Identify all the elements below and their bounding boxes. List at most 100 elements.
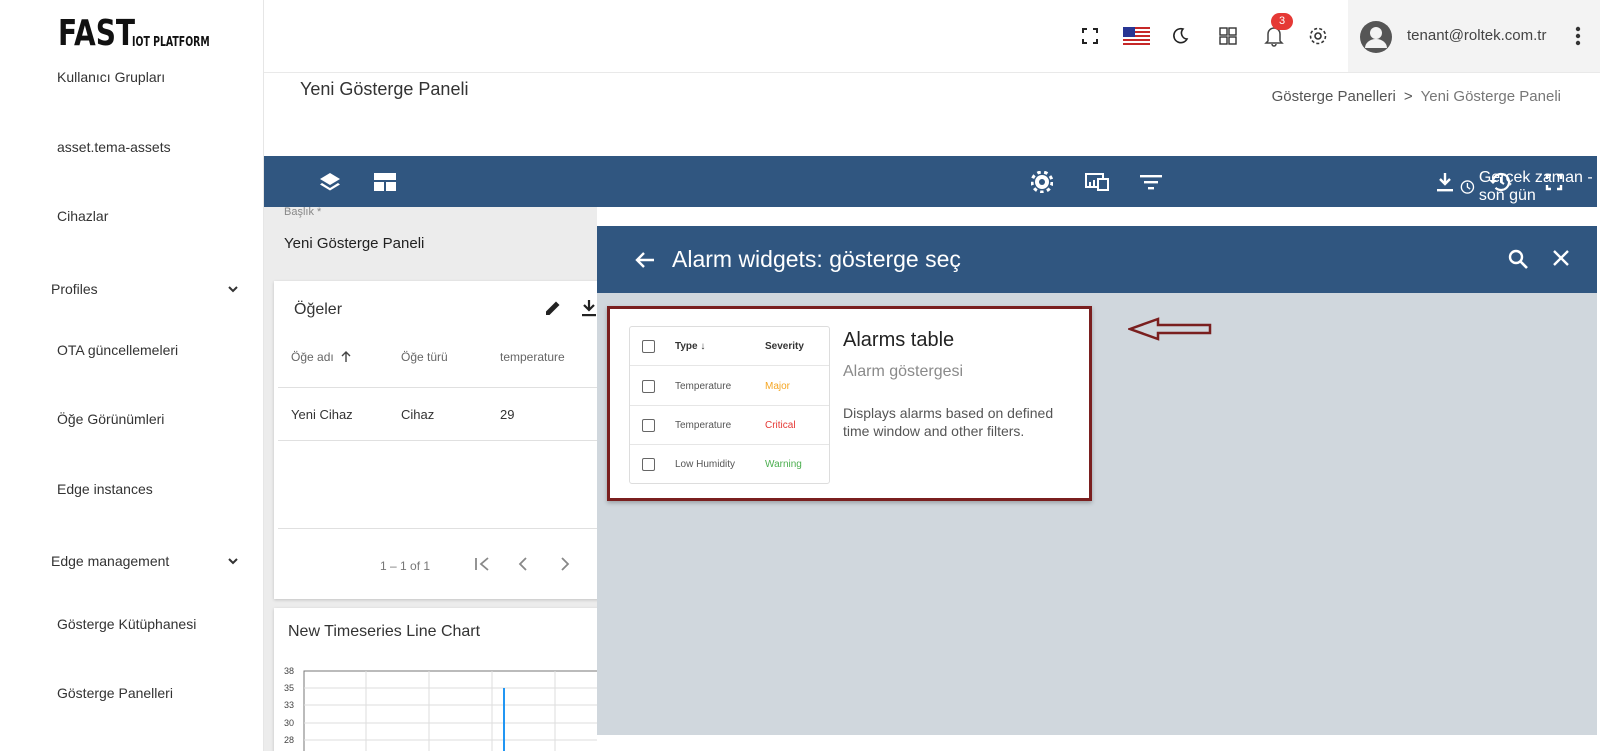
sidebar-group-profiles[interactable]: Profiles bbox=[51, 281, 239, 297]
y-tick-label: 33 bbox=[284, 700, 294, 710]
preview-row: Temperature Major bbox=[630, 367, 829, 406]
preview-type: Low Humidity bbox=[675, 459, 736, 470]
sidebar-item-entity-views[interactable]: Öğe Görünümleri bbox=[57, 411, 164, 427]
widget-title: New Timeseries Line Chart bbox=[288, 623, 481, 640]
us-flag-icon[interactable] bbox=[1122, 24, 1150, 48]
checkbox bbox=[642, 340, 655, 353]
y-tick-label: 28 bbox=[284, 735, 294, 745]
sidebar-item-user-groups[interactable]: Kullanıcı Grupları bbox=[57, 69, 165, 85]
history-icon[interactable] bbox=[1487, 169, 1513, 195]
divider bbox=[278, 440, 597, 441]
download-icon[interactable] bbox=[581, 299, 597, 317]
panel-top-strip bbox=[597, 207, 1597, 226]
moon-icon[interactable] bbox=[1168, 24, 1192, 48]
chevron-down-icon bbox=[228, 286, 238, 293]
fullscreen-icon[interactable] bbox=[1541, 169, 1567, 195]
filter-icon[interactable] bbox=[1138, 169, 1164, 195]
pointer-arrow-icon bbox=[1128, 317, 1212, 341]
chevron-down-icon bbox=[228, 558, 238, 565]
user-email[interactable]: tenant@roltek.com.tr bbox=[1407, 27, 1546, 44]
sidebar-group-edge-management[interactable]: Edge management bbox=[51, 553, 239, 569]
y-tick-label: 30 bbox=[284, 718, 294, 728]
column-header-type[interactable]: Öğe türü bbox=[401, 350, 448, 364]
app-logo[interactable]: FAST IOT PLATFORM bbox=[58, 16, 240, 52]
sidebar-item-ota-updates[interactable]: OTA güncellemeleri bbox=[57, 342, 178, 358]
preview-severity: Major bbox=[765, 381, 791, 392]
apps-grid-icon[interactable] bbox=[1216, 24, 1240, 48]
time-window-selector[interactable]: Gerçek zaman - son gün bbox=[1460, 169, 1597, 205]
sidebar-group-label: Edge management bbox=[51, 553, 170, 569]
divider bbox=[278, 387, 597, 388]
sidebar-item-dashboards[interactable]: Gösterge Panelleri bbox=[57, 685, 173, 701]
paginator-range: 1 – 1 of 1 bbox=[380, 559, 431, 573]
sidebar-group-label: Profiles bbox=[51, 281, 98, 297]
preview-severity: Warning bbox=[765, 459, 802, 470]
preview-row: Temperature Critical bbox=[630, 406, 829, 445]
breadcrumb-parent[interactable]: Gösterge Panelleri bbox=[1272, 88, 1396, 105]
breadcrumb-current: Yeni Gösterge Paneli bbox=[1420, 88, 1561, 105]
sidebar-item-assets[interactable]: asset.tema-assets bbox=[57, 139, 171, 155]
close-icon[interactable] bbox=[1552, 249, 1570, 267]
previous-page-icon[interactable] bbox=[517, 556, 529, 572]
fullscreen-icon[interactable] bbox=[1078, 24, 1102, 48]
table-cell[interactable]: 29 bbox=[500, 407, 514, 422]
notification-badge: 3 bbox=[1271, 13, 1293, 30]
widget-description: Displays alarms based on defined time wi… bbox=[843, 405, 1054, 439]
sidebar-item-edge-instances[interactable]: Edge instances bbox=[57, 481, 153, 497]
panel-bottom-strip bbox=[597, 735, 1597, 751]
logo-text: FAST bbox=[58, 13, 136, 54]
widget-title: Öğeler bbox=[294, 301, 343, 318]
arrow-up-icon bbox=[341, 351, 351, 362]
edit-icon[interactable] bbox=[544, 299, 562, 317]
page-title: Yeni Gösterge Paneli bbox=[300, 79, 469, 99]
layout-icon[interactable] bbox=[372, 169, 398, 195]
first-page-icon[interactable] bbox=[474, 556, 492, 572]
back-arrow-icon[interactable] bbox=[634, 249, 656, 271]
column-header-temperature[interactable]: temperature bbox=[500, 350, 565, 364]
divider bbox=[278, 528, 597, 529]
search-icon[interactable] bbox=[1508, 249, 1528, 269]
widget-card-alarms-table[interactable]: Type ↓ Severity Temperature Major Temper… bbox=[607, 306, 1092, 501]
preview-severity: Critical bbox=[765, 420, 796, 431]
entities-widget: Öğeler Öğe adı Öğe türü temperature Yeni… bbox=[274, 281, 597, 599]
timeseries-chart-widget: New Timeseries Line Chart 38 35 33 30 28 bbox=[274, 608, 597, 751]
sidebar: FAST IOT PLATFORM Kullanıcı Grupları ass… bbox=[0, 0, 264, 751]
line-chart[interactable]: 38 35 33 30 28 bbox=[274, 663, 597, 751]
layers-icon[interactable] bbox=[317, 169, 343, 195]
checkbox bbox=[642, 380, 655, 393]
preview-type: Temperature bbox=[675, 420, 732, 431]
table-cell[interactable]: Yeni Cihaz bbox=[291, 407, 353, 422]
logo-subtext: IOT PLATFORM bbox=[132, 35, 210, 50]
breadcrumb-separator: > bbox=[1403, 88, 1413, 105]
preview-header-type: Type ↓ bbox=[675, 341, 706, 352]
widget-subtitle: Alarm göstergesi bbox=[843, 363, 964, 380]
dashboard-edit-area: Başlık * Yeni Gösterge Paneli Öğeler Öğe… bbox=[264, 207, 597, 751]
more-vert-icon[interactable] bbox=[1574, 25, 1582, 47]
dashboard-toolbar: Gerçek zaman - son gün bbox=[264, 156, 1597, 207]
sidebar-item-widget-library[interactable]: Gösterge Kütüphanesi bbox=[57, 616, 196, 632]
settings-icon[interactable] bbox=[1029, 169, 1055, 195]
next-page-icon[interactable] bbox=[559, 556, 571, 572]
y-tick-label: 35 bbox=[284, 683, 294, 693]
checkbox bbox=[642, 419, 655, 432]
widget-preview: Type ↓ Severity Temperature Major Temper… bbox=[629, 326, 830, 484]
title-field-label: Başlık * bbox=[284, 207, 322, 218]
preview-header-severity: Severity bbox=[765, 341, 804, 352]
sidebar-item-devices[interactable]: Cihazlar bbox=[57, 208, 108, 224]
y-tick-label: 38 bbox=[284, 666, 294, 676]
title-field-input[interactable]: Yeni Gösterge Paneli bbox=[284, 235, 424, 252]
preview-header-row: Type ↓ Severity bbox=[630, 327, 829, 366]
gear-icon[interactable] bbox=[1306, 24, 1330, 48]
download-icon[interactable] bbox=[1432, 169, 1458, 195]
breadcrumb: Gösterge Panelleri > Yeni Gösterge Paneli bbox=[1272, 88, 1561, 105]
account-icon[interactable] bbox=[1359, 20, 1393, 54]
devices-icon[interactable] bbox=[1084, 169, 1110, 195]
clock-icon bbox=[1460, 180, 1475, 194]
column-header-name[interactable]: Öğe adı bbox=[291, 350, 352, 364]
arrow-down-icon: ↓ bbox=[700, 341, 706, 352]
chart-grid bbox=[304, 671, 597, 751]
preview-type: Temperature bbox=[675, 381, 732, 392]
preview-row: Low Humidity Warning bbox=[630, 445, 829, 484]
widget-title: Alarms table bbox=[843, 329, 955, 351]
table-cell[interactable]: Cihaz bbox=[401, 407, 434, 422]
